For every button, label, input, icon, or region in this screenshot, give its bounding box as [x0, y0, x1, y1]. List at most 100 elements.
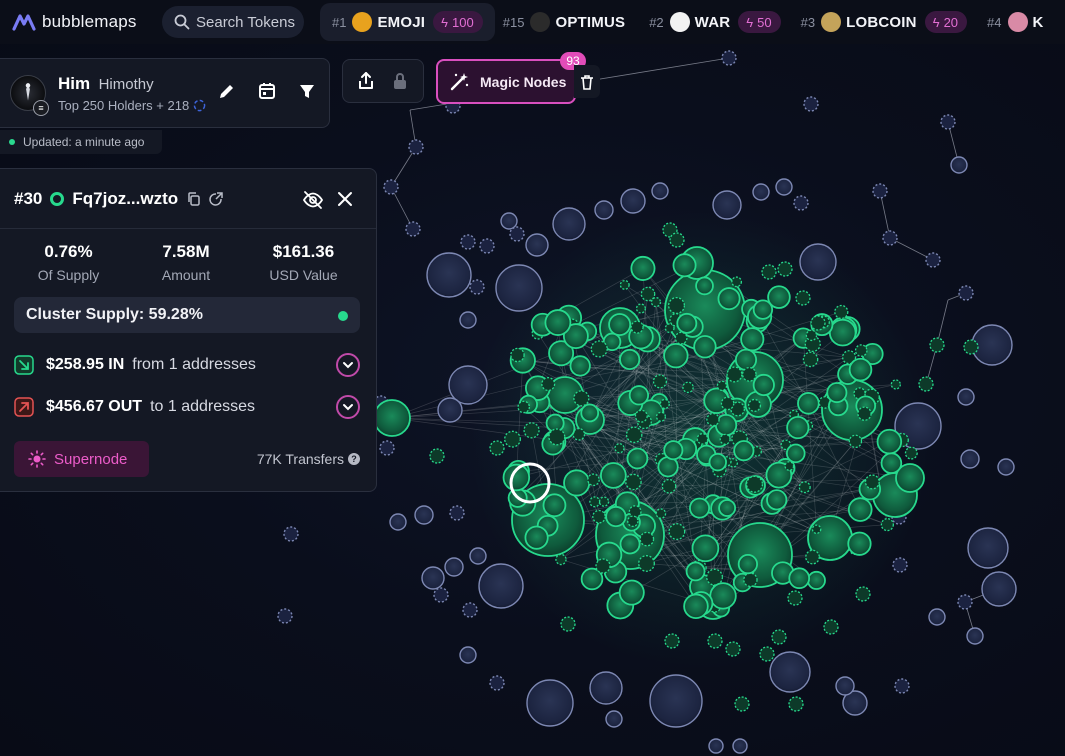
cluster-bubble[interactable]: [628, 505, 642, 519]
contract-bubble[interactable]: [882, 230, 898, 246]
holder-bubble[interactable]: [769, 651, 811, 693]
holder-bubble[interactable]: [478, 563, 524, 609]
contract-bubble[interactable]: [957, 594, 973, 610]
cluster-bubble[interactable]: [848, 357, 873, 382]
cluster-bubble[interactable]: [761, 264, 777, 280]
holder-bubble[interactable]: [525, 233, 549, 257]
expand-outflow-button[interactable]: [336, 395, 360, 419]
holder-bubble[interactable]: [620, 188, 646, 214]
contract-bubble[interactable]: [379, 440, 395, 456]
cluster-bubble[interactable]: [737, 553, 758, 575]
cluster-bubble[interactable]: [676, 312, 698, 334]
cluster-bubble[interactable]: [663, 440, 684, 461]
cluster-bubble[interactable]: [580, 403, 600, 423]
cluster-bubble[interactable]: [573, 390, 590, 407]
cluster-bubble[interactable]: [788, 567, 811, 590]
cluster-supply-row[interactable]: Cluster Supply: 59.28%: [14, 297, 360, 333]
close-icon[interactable]: [336, 190, 354, 208]
cluster-bubble[interactable]: [587, 473, 600, 487]
question-icon[interactable]: ?: [348, 453, 360, 465]
cluster-bubble[interactable]: [880, 452, 903, 474]
cluster-bubble[interactable]: [777, 261, 793, 277]
cluster-bubble[interactable]: [548, 428, 566, 446]
holder-bubble[interactable]: [605, 710, 623, 728]
cluster-bubble[interactable]: [806, 570, 826, 590]
cluster-bubble[interactable]: [674, 331, 688, 345]
contract-bubble[interactable]: [803, 96, 819, 112]
cluster-bubble[interactable]: [608, 313, 632, 337]
cluster-bubble[interactable]: [689, 497, 711, 519]
holder-bubble[interactable]: [526, 679, 574, 727]
cluster-bubble[interactable]: [743, 572, 758, 588]
cluster-bubble[interactable]: [864, 474, 880, 490]
contract-bubble[interactable]: [479, 238, 495, 254]
cluster-bubble[interactable]: [826, 382, 848, 404]
contract-bubble[interactable]: [449, 505, 465, 521]
cluster-bubble[interactable]: [740, 327, 765, 352]
cluster-bubble[interactable]: [766, 489, 788, 511]
holder-bubble[interactable]: [444, 557, 464, 577]
cluster-bubble[interactable]: [745, 475, 764, 493]
holder-bubble[interactable]: [967, 527, 1009, 569]
cluster-bubble[interactable]: [619, 348, 641, 371]
holder-bubble[interactable]: [799, 243, 837, 281]
cluster-bubble[interactable]: [627, 515, 639, 528]
wallet-address[interactable]: Fq7joz...wzto: [72, 189, 178, 209]
holder-bubble[interactable]: [960, 449, 980, 469]
cluster-bubble[interactable]: [555, 553, 567, 566]
cluster-bubble[interactable]: [854, 344, 868, 357]
cluster-bubble[interactable]: [929, 337, 945, 353]
ticker-item[interactable]: #15 OPTIMUS: [495, 3, 641, 41]
cluster-bubble[interactable]: [639, 531, 655, 547]
cluster-bubble[interactable]: [706, 412, 720, 427]
contract-bubble[interactable]: [509, 226, 525, 242]
cluster-bubble[interactable]: [733, 440, 755, 462]
holder-bubble[interactable]: [649, 674, 703, 728]
cluster-bubble[interactable]: [828, 318, 857, 347]
cluster-bubble[interactable]: [876, 428, 903, 455]
cluster-bubble[interactable]: [720, 396, 735, 411]
cluster-bubble[interactable]: [590, 340, 608, 358]
cluster-bubble[interactable]: [625, 426, 643, 444]
ticker-item[interactable]: #1 EMOJI ϟ 100: [320, 3, 495, 41]
cluster-bubble[interactable]: [592, 509, 606, 524]
cluster-bubble[interactable]: [855, 586, 871, 602]
cluster-bubble[interactable]: [652, 374, 668, 389]
cluster-bubble[interactable]: [619, 279, 630, 290]
holder-bubble[interactable]: [459, 311, 477, 329]
cluster-bubble[interactable]: [618, 579, 645, 606]
cluster-bubble[interactable]: [731, 276, 743, 288]
delete-button[interactable]: [574, 65, 600, 98]
external-link-icon[interactable]: [208, 191, 224, 207]
supernode-button[interactable]: Supernode: [14, 441, 149, 477]
filter-icon[interactable]: [297, 81, 317, 101]
expand-inflow-button[interactable]: [336, 353, 360, 377]
avatar[interactable]: ≡: [10, 75, 49, 116]
cluster-bubble[interactable]: [541, 376, 556, 392]
cluster-bubble[interactable]: [545, 413, 565, 433]
holder-bubble[interactable]: [651, 182, 669, 200]
cluster-bubble[interactable]: [373, 399, 411, 437]
contract-bubble[interactable]: [940, 114, 956, 130]
cluster-bubble[interactable]: [823, 619, 839, 635]
ticker-item[interactable]: #3 LOBCOIN ϟ 20: [793, 3, 979, 41]
holder-bubble[interactable]: [421, 566, 445, 590]
holder-bubble[interactable]: [389, 513, 407, 531]
contract-bubble[interactable]: [283, 526, 299, 542]
cluster-bubble[interactable]: [785, 443, 806, 464]
cluster-bubble[interactable]: [718, 499, 737, 517]
contract-bubble[interactable]: [721, 50, 737, 66]
cluster-bubble[interactable]: [709, 582, 737, 610]
search-tokens-button[interactable]: Search Tokens: [162, 6, 304, 38]
cluster-bubble[interactable]: [563, 469, 591, 497]
cluster-bubble[interactable]: [708, 452, 727, 472]
holder-bubble[interactable]: [835, 676, 855, 696]
cluster-bubble[interactable]: [614, 443, 625, 454]
holder-bubble[interactable]: [437, 397, 463, 423]
contract-bubble[interactable]: [460, 234, 476, 250]
contract-bubble[interactable]: [383, 179, 399, 195]
cluster-bubble[interactable]: [848, 434, 863, 449]
cluster-bubble[interactable]: [626, 447, 649, 470]
holder-bubble[interactable]: [966, 627, 984, 645]
holder-bubble[interactable]: [732, 738, 748, 754]
